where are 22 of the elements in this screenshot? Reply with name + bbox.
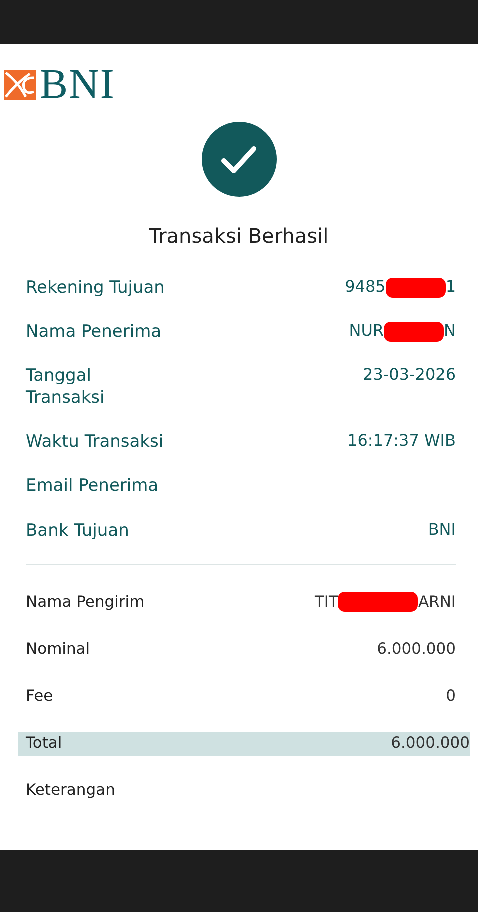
field-label: Fee — [26, 686, 54, 707]
field-label: Nama Pengirim — [26, 592, 145, 613]
status-title: Transaksi Berhasil — [149, 223, 329, 250]
field-label: Keterangan — [26, 780, 116, 801]
field-value: 0 — [446, 686, 456, 707]
field-label: Nominal — [26, 638, 90, 660]
field-value: 16:17:37 WIB — [348, 431, 456, 452]
field-label: Rekening Tujuan — [26, 277, 165, 300]
field-value: 6.000.000 — [377, 638, 456, 660]
field-label: Tanggal Transaksi — [26, 365, 105, 410]
field-value: 6.000.000 — [391, 733, 470, 754]
field-label: Bank Tujuan — [26, 520, 130, 542]
logo-text: BNI — [40, 64, 116, 106]
field-value: 23-03-2026 — [363, 365, 456, 386]
field-label: Waktu Transaksi — [26, 431, 164, 454]
field-value: 9485 1 — [345, 277, 456, 298]
field-label: Nama Penerima — [26, 321, 162, 344]
field-label: Email Penerima — [26, 475, 159, 498]
field-label: Total — [26, 733, 62, 754]
logo-icon — [4, 70, 36, 100]
field-value: BNI — [428, 520, 456, 540]
field-value: NUR N — [349, 321, 456, 342]
